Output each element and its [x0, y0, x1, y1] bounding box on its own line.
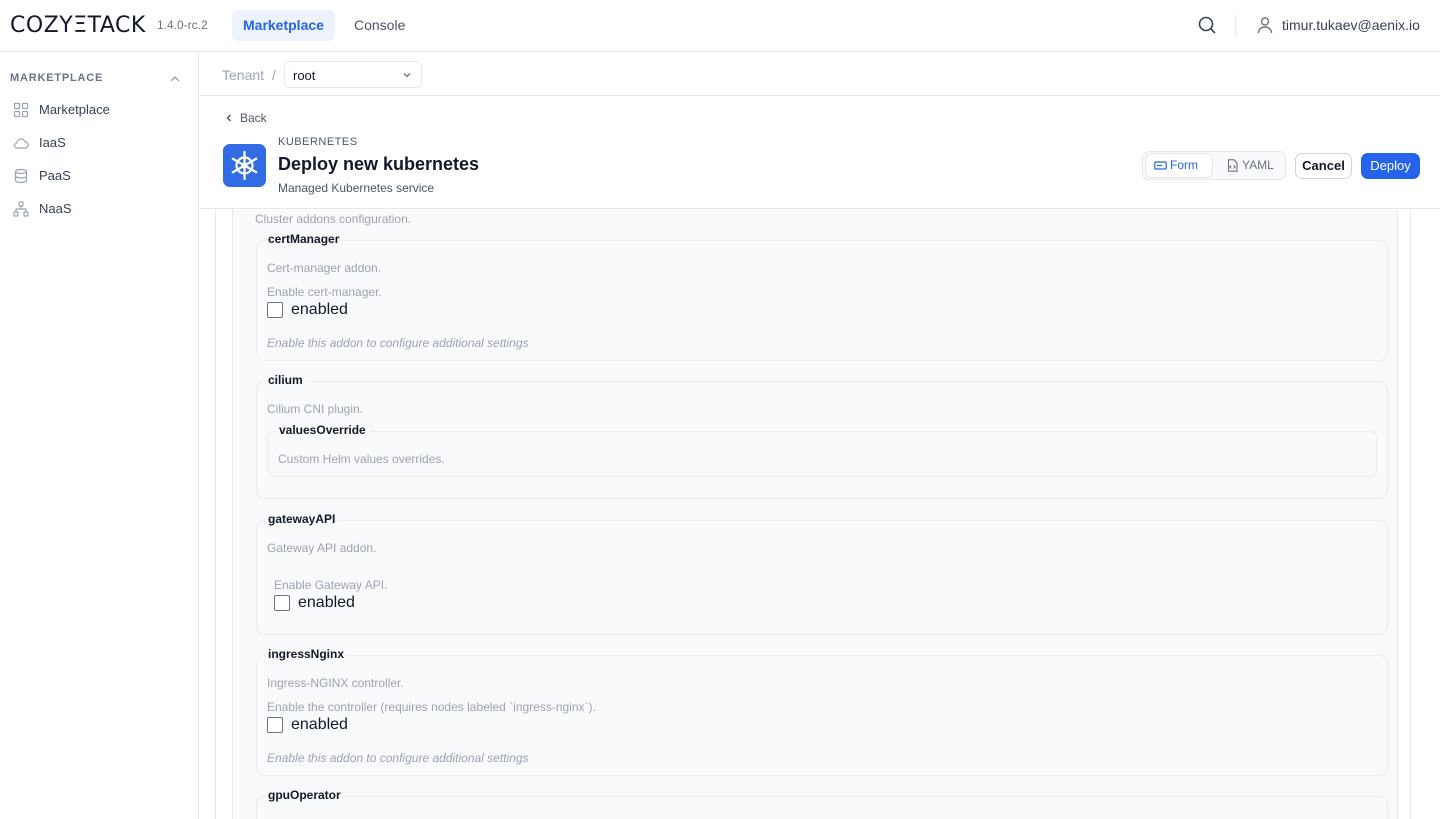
sidebar-item-label: PaaS — [39, 168, 71, 183]
database-icon — [14, 168, 28, 184]
sidebar-item-label: IaaS — [39, 135, 66, 150]
logo[interactable]: COZYΞTACK — [10, 13, 146, 38]
top-bar: COZYΞTACK 1.4.0-rc.2 Marketplace Console… — [0, 0, 1440, 52]
grid-icon — [13, 102, 29, 118]
gpu-operator-fieldset: gpuOperator — [256, 788, 1388, 819]
checkbox-label[interactable]: enabled — [291, 301, 348, 319]
chevron-down-icon — [403, 73, 411, 78]
sidebar-item-naas[interactable]: NaaS — [0, 194, 199, 224]
sidebar-heading: MARKETPLACE — [10, 72, 104, 84]
back-label: Back — [240, 111, 267, 125]
resource-kind: KUBERNETES — [278, 136, 358, 148]
cilium-fieldset: cilium Cilium CNI plugin. valuesOverride… — [256, 373, 1388, 499]
sidebar-item-paas[interactable]: PaaS — [0, 161, 199, 191]
tenant-select[interactable]: root — [284, 61, 422, 88]
file-code-icon — [1227, 159, 1238, 172]
cloud-icon — [14, 138, 29, 149]
tenant-select-value: root — [293, 68, 316, 83]
fieldset-legend: ingressNginx — [265, 647, 348, 661]
kubernetes-icon — [223, 144, 266, 187]
field-description: Enable cert-manager. — [267, 285, 382, 299]
ingress-nginx-fieldset: ingressNginx Ingress-NGINX controller. E… — [256, 647, 1388, 776]
gateway-api-fieldset: gatewayAPI Gateway API addon. Enable Gat… — [256, 512, 1388, 635]
page-title: Deploy new kubernetes — [278, 154, 480, 174]
checkbox[interactable] — [267, 717, 283, 733]
page-header: Back KUBERNETES Deploy new kubernetes Ma… — [200, 96, 1440, 209]
fieldset-description: Ingress-NGINX controller. — [267, 676, 404, 690]
sidebar: MARKETPLACE Marketplace IaaS PaaS NaaS — [0, 53, 199, 819]
fieldset-legend: gpuOperator — [265, 788, 344, 802]
cancel-button[interactable]: Cancel — [1295, 153, 1352, 179]
user-icon[interactable] — [1256, 16, 1274, 34]
fieldset-legend: valuesOverride — [276, 423, 369, 437]
field-description: Enable Gateway API. — [274, 578, 388, 592]
chevron-left-icon — [226, 114, 231, 122]
values-override-fieldset: valuesOverride Custom Helm values overri… — [267, 423, 1377, 477]
cert-manager-fieldset: certManager Cert-manager addon. Enable c… — [256, 232, 1388, 361]
divider — [1235, 15, 1236, 37]
chevron-up-icon[interactable] — [169, 73, 181, 85]
tab-marketplace[interactable]: Marketplace — [232, 10, 335, 41]
field-description: Enable the controller (requires nodes la… — [267, 700, 596, 714]
tab-console[interactable]: Console — [343, 10, 416, 41]
yaml-mode-label: YAML — [1242, 158, 1274, 172]
fieldset-legend: cilium — [265, 373, 306, 387]
mode-toggle: Form YAML — [1142, 151, 1286, 180]
form-content[interactable]: Cluster addons configuration. certManage… — [200, 210, 1440, 819]
sidebar-item-iaas[interactable]: IaaS — [0, 128, 199, 158]
fieldset-description: Cert-manager addon. — [267, 261, 382, 275]
breadcrumb: Tenant / root — [200, 53, 1440, 96]
back-link[interactable]: Back — [224, 111, 267, 125]
checkbox-label[interactable]: enabled — [291, 716, 348, 734]
addon-hint: Enable this addon to configure additiona… — [267, 336, 529, 350]
sidebar-item-label: NaaS — [39, 201, 72, 216]
sidebar-item-marketplace[interactable]: Marketplace — [0, 95, 199, 125]
breadcrumb-separator: / — [272, 67, 276, 83]
form-mode-label: Form — [1170, 158, 1198, 172]
fieldset-description: Custom Helm values overrides. — [278, 452, 445, 466]
version-label: 1.4.0-rc.2 — [157, 18, 208, 32]
network-icon — [13, 201, 29, 217]
breadcrumb-tenant-label[interactable]: Tenant — [222, 67, 264, 83]
sidebar-item-label: Marketplace — [39, 102, 110, 117]
user-email[interactable]: timur.tukaev@aenix.io — [1282, 17, 1420, 33]
deploy-button[interactable]: Deploy — [1361, 153, 1420, 179]
fieldset-description: Gateway API addon. — [267, 541, 377, 555]
form-icon — [1154, 161, 1167, 170]
yaml-mode-button[interactable]: YAML — [1218, 154, 1283, 177]
checkbox-label[interactable]: enabled — [298, 594, 355, 612]
page-subtitle: Managed Kubernetes service — [278, 181, 435, 195]
fieldset-description: Cilium CNI plugin. — [267, 402, 364, 416]
search-icon[interactable] — [1197, 15, 1217, 35]
addon-hint: Enable this addon to configure additiona… — [267, 751, 529, 765]
fieldset-legend: certManager — [265, 232, 343, 246]
addons-description: Cluster addons configuration. — [255, 212, 412, 226]
checkbox[interactable] — [267, 302, 283, 318]
checkbox[interactable] — [274, 595, 290, 611]
fieldset-legend: gatewayAPI — [265, 512, 339, 526]
form-mode-button[interactable]: Form — [1146, 154, 1212, 177]
